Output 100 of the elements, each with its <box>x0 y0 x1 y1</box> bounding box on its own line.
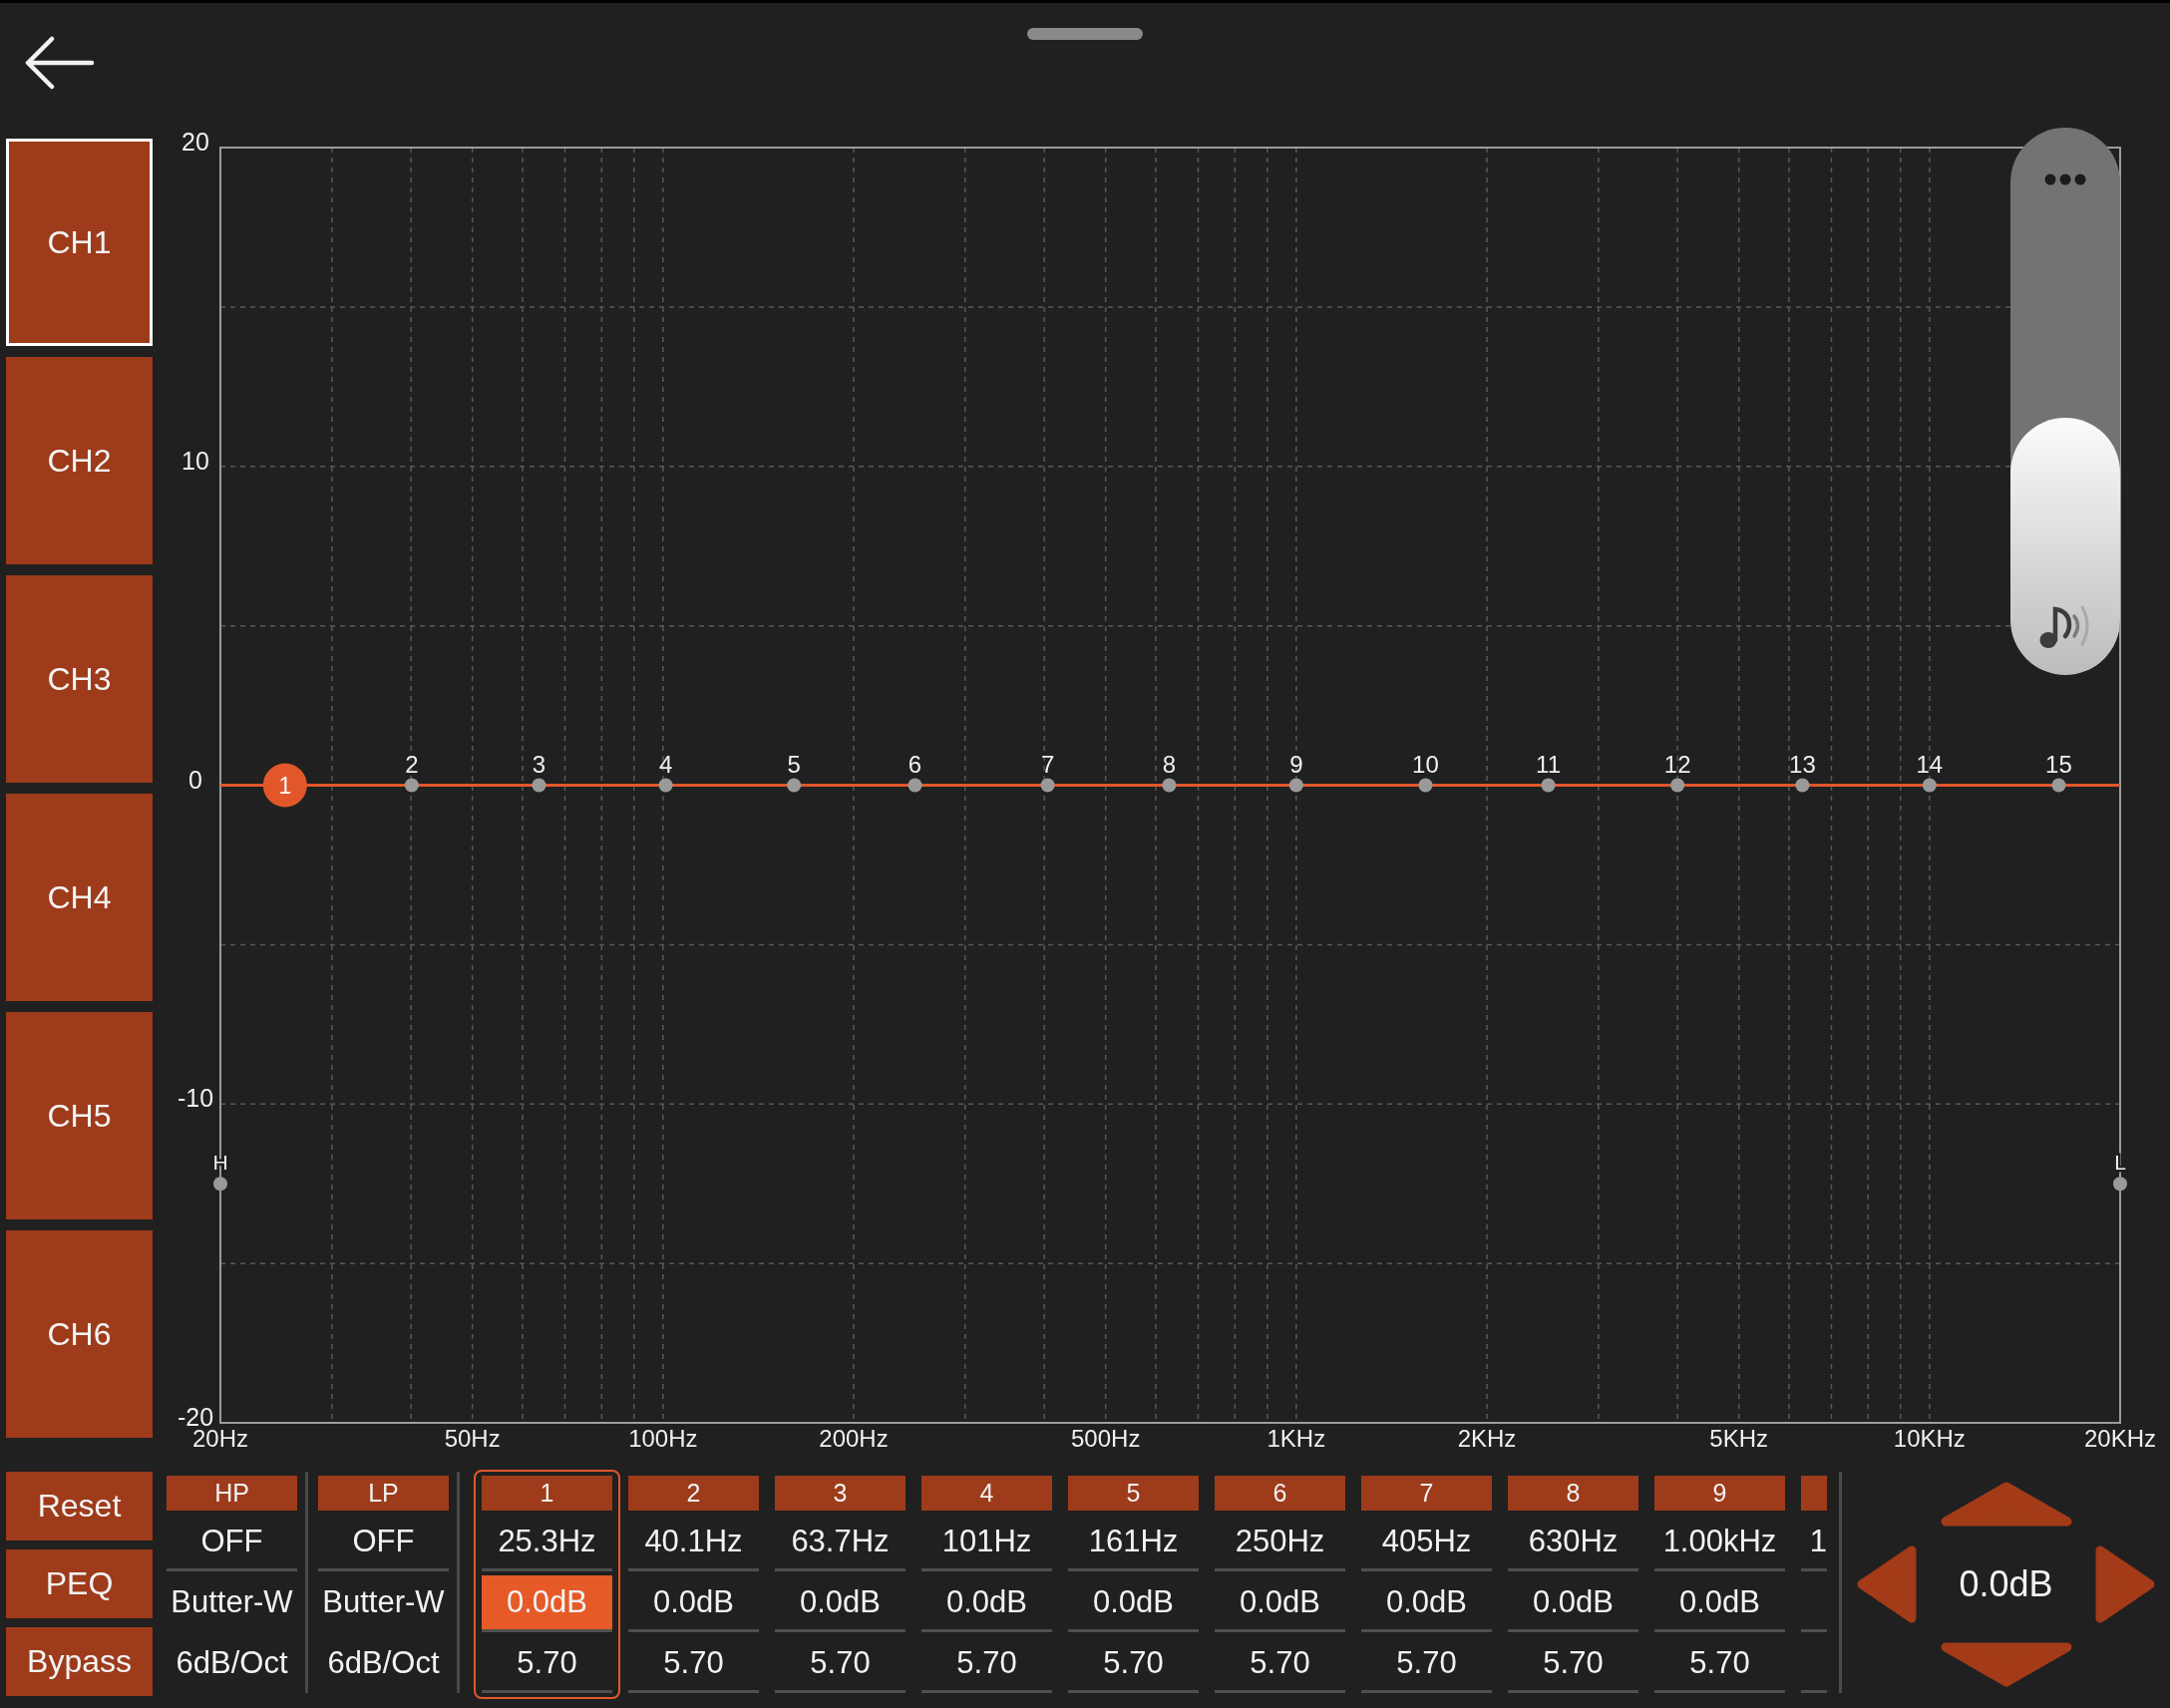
q-value[interactable]: 5.70 <box>775 1636 905 1693</box>
band-header[interactable]: 9 <box>1654 1476 1785 1511</box>
band-label: 2 <box>405 750 419 778</box>
band-label: 6 <box>907 750 922 778</box>
band-point[interactable] <box>2051 778 2066 793</box>
band-header[interactable]: 4 <box>921 1476 1052 1511</box>
gain-value[interactable]: 0.0dB <box>775 1575 905 1632</box>
frequency-value[interactable]: 1.00kHz <box>1654 1515 1785 1571</box>
frequency-value[interactable]: 1 <box>1801 1515 1827 1571</box>
q-value[interactable]: 5.70 <box>628 1636 759 1693</box>
band-label: 3 <box>532 750 546 778</box>
action-button[interactable]: Bypass <box>6 1627 153 1696</box>
gain-value[interactable]: 0.0dB <box>1654 1575 1785 1632</box>
gain-value[interactable]: 0.0dB <box>1361 1575 1492 1632</box>
back-arrow-icon[interactable] <box>25 36 95 90</box>
x-axis-label: 100Hz <box>628 1425 698 1452</box>
band-label: 9 <box>1289 750 1303 778</box>
band-header[interactable]: 6 <box>1215 1476 1345 1511</box>
band-label: 15 <box>2045 750 2072 778</box>
x-axis-label: 10KHz <box>1893 1425 1966 1452</box>
action-button[interactable]: PEQ <box>6 1549 153 1618</box>
frequency-value[interactable]: 101Hz <box>921 1515 1052 1571</box>
band-point[interactable] <box>1418 778 1433 793</box>
frequency-value[interactable]: 63.7Hz <box>775 1515 905 1571</box>
y-axis-label: -10 <box>177 1084 214 1113</box>
gain-value[interactable]: 0.0dB <box>921 1575 1052 1632</box>
y-axis-label: 20 <box>181 128 209 156</box>
gain-value[interactable]: 0.0dB <box>1068 1575 1199 1632</box>
filter-shape-value[interactable]: Butter-W <box>318 1575 449 1632</box>
band-header[interactable]: 1 <box>482 1476 612 1511</box>
band-point[interactable] <box>658 778 673 793</box>
q-value[interactable]: 5.70 <box>1654 1636 1785 1693</box>
up-arrow-icon[interactable] <box>1940 1482 2072 1527</box>
frequency-value[interactable]: 250Hz <box>1215 1515 1345 1571</box>
band-label: 11 <box>1536 750 1561 778</box>
more-icon[interactable] <box>2044 173 2086 185</box>
channel-button[interactable]: CH4 <box>6 794 153 1001</box>
y-axis-label: 0 <box>188 765 202 794</box>
band-label: 8 <box>1162 750 1177 778</box>
band-point[interactable] <box>907 778 922 793</box>
band-header[interactable]: 2 <box>628 1476 759 1511</box>
band-label: 14 <box>1916 750 1944 778</box>
band-point[interactable] <box>1162 778 1177 793</box>
gain-value[interactable]: 0.0dB <box>628 1575 759 1632</box>
channel-button[interactable]: CH1 <box>6 139 153 346</box>
q-value[interactable]: 5.70 <box>482 1636 612 1693</box>
band-label: 5 <box>787 750 801 778</box>
filter-slope-value[interactable]: 6dB/Oct <box>167 1636 297 1693</box>
x-axis-label: 1KHz <box>1266 1425 1326 1452</box>
band-label: 13 <box>1789 750 1816 778</box>
filter-shape-value[interactable]: Butter-W <box>167 1575 297 1632</box>
limit-point[interactable] <box>213 1177 227 1192</box>
band-header[interactable]: 3 <box>775 1476 905 1511</box>
band-point[interactable] <box>532 778 546 793</box>
band-header[interactable]: 7 <box>1361 1476 1492 1511</box>
y-axis-label: 10 <box>181 446 209 475</box>
drag-handle[interactable] <box>1027 28 1143 40</box>
band-point[interactable] <box>404 778 419 793</box>
band-header[interactable]: 5 <box>1068 1476 1199 1511</box>
x-axis-label: 20KHz <box>2084 1425 2156 1452</box>
band-header[interactable]: 8 <box>1508 1476 1638 1511</box>
frequency-value[interactable]: 40.1Hz <box>628 1515 759 1571</box>
x-axis-label: 2KHz <box>1457 1425 1517 1452</box>
q-value[interactable]: 5.70 <box>1068 1636 1199 1693</box>
frequency-value[interactable]: 25.3Hz <box>482 1515 612 1571</box>
x-axis-label: 200Hz <box>819 1425 889 1452</box>
frequency-value[interactable]: 161Hz <box>1068 1515 1199 1571</box>
band-point[interactable] <box>1040 778 1055 793</box>
channel-button[interactable]: CH3 <box>6 575 153 783</box>
right-arrow-icon[interactable] <box>2095 1545 2155 1623</box>
band-label: 12 <box>1663 750 1691 778</box>
gain-value[interactable]: 0.0dB <box>1215 1575 1345 1632</box>
channel-button[interactable]: CH2 <box>6 357 153 564</box>
band-point[interactable] <box>787 778 802 793</box>
q-value[interactable]: 5.70 <box>1361 1636 1492 1693</box>
band-point[interactable] <box>1922 778 1937 793</box>
band-point[interactable] <box>1288 778 1303 793</box>
channel-button[interactable]: CH5 <box>6 1012 153 1219</box>
q-value[interactable]: 5.70 <box>921 1636 1052 1693</box>
channel-button[interactable]: CH6 <box>6 1230 153 1438</box>
action-button[interactable]: Reset <box>6 1472 153 1540</box>
adjust-value: 0.0dB <box>1959 1563 2053 1605</box>
filter-header[interactable]: HP <box>167 1476 297 1511</box>
band-point[interactable]: 1 <box>262 763 307 808</box>
band-point[interactable] <box>1541 778 1556 793</box>
filter-type-value[interactable]: OFF <box>167 1515 297 1571</box>
q-value[interactable]: 5.70 <box>1215 1636 1345 1693</box>
filter-type-value[interactable]: OFF <box>318 1515 449 1571</box>
band-point[interactable] <box>1795 778 1810 793</box>
filter-header[interactable]: LP <box>318 1476 449 1511</box>
frequency-value[interactable]: 630Hz <box>1508 1515 1638 1571</box>
limit-point[interactable] <box>2113 1177 2127 1192</box>
music-note-icon <box>2039 603 2091 649</box>
band-point[interactable] <box>1670 778 1685 793</box>
q-value[interactable]: 5.70 <box>1508 1636 1638 1693</box>
left-arrow-icon[interactable] <box>1857 1545 1917 1623</box>
frequency-value[interactable]: 405Hz <box>1361 1515 1492 1571</box>
down-arrow-icon[interactable] <box>1940 1642 2072 1687</box>
gain-value[interactable]: 0.0dB <box>1508 1575 1638 1632</box>
filter-slope-value[interactable]: 6dB/Oct <box>318 1636 449 1693</box>
